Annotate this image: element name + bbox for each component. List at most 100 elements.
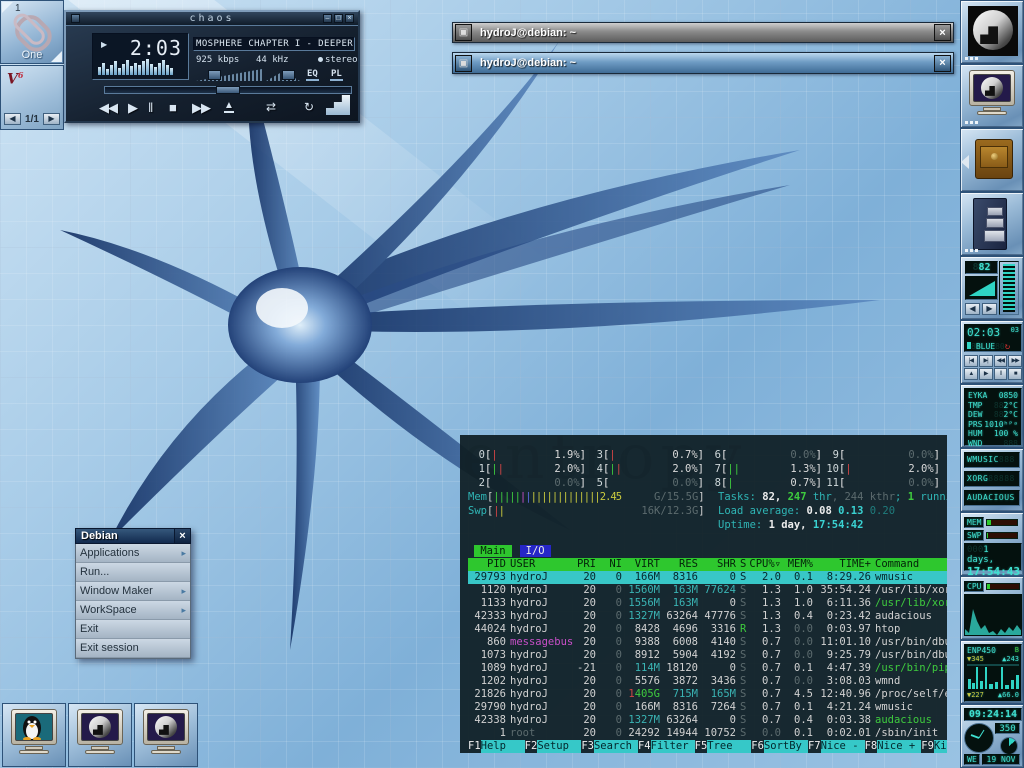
dock-network-monitor-tile[interactable]: ENP450 B ▼345 ▲243 ▼227 ▲66.0: [960, 640, 1024, 704]
wmusic-transport-button[interactable]: ◀◀: [994, 355, 1008, 367]
dock-clock-tile[interactable]: 09:24:14 350 WE 19 NOV: [960, 704, 1024, 768]
function-key-bar: F1HelpF2SetupF3SearchF4FilterF5TreeF6Sor…: [468, 740, 947, 753]
player-titlebar[interactable]: chaos – □ ×: [66, 12, 358, 26]
process-row[interactable]: 1root200242921494410752S0.00.10:02.01/sb…: [468, 727, 947, 740]
repeat-icon[interactable]: ↻: [304, 100, 313, 114]
htop-terminal-window[interactable]: 0[|1.9%] 3[|0.7%] 6[0.0%] 9[0.0%] 1[||2.…: [460, 435, 947, 753]
playlist-button[interactable]: PL: [330, 69, 343, 81]
process-row[interactable]: 1073hydroJ200891259044192S0.70.09:25.79/…: [468, 649, 947, 662]
process-row[interactable]: 29793hydroJ200166M83160S2.00.18:29.26wmu…: [468, 571, 947, 584]
dock-wmaker-tile[interactable]: [960, 0, 1024, 64]
shuffle-icon[interactable]: ⇄: [266, 100, 275, 114]
process-row[interactable]: 42333hydroJ2001327M6326447776S1.30.40:23…: [468, 610, 947, 623]
pager-right-button[interactable]: ▶: [43, 113, 60, 125]
wmusic-transport-button[interactable]: ▶▶: [1008, 355, 1022, 367]
audio-player-window[interactable]: chaos – □ × ▶ 2:03 MOSPHERE CHAPTER I - …: [64, 10, 360, 123]
process-table-header[interactable]: PIDUSERPRINIVIRTRESSHRSCPU%▿MEM%TIME+Com…: [468, 558, 947, 571]
miniwindow-gnustep-2[interactable]: [134, 703, 198, 767]
process-lcd-row: AUDACIOUS: [964, 490, 1020, 506]
desktop: entropy 1 One V6 ◀ 1/1 ▶ chaos – □: [0, 0, 1024, 768]
terminal-window-1-titlebar[interactable]: ▣ hydroJ@debian: ~ ×: [452, 22, 954, 43]
spectrum-analyzer: [98, 59, 173, 75]
equalizer-button[interactable]: EQ: [306, 69, 319, 81]
seek-bar[interactable]: [104, 86, 352, 94]
menu-close-button[interactable]: ×: [174, 529, 190, 543]
menu-item[interactable]: Window Maker ▸: [76, 582, 190, 601]
cpu-meter: 8[|0.7%]: [704, 476, 822, 490]
function-key[interactable]: F5Tree: [695, 740, 752, 753]
process-row[interactable]: 21826hydroJ2001405G715M165MS0.74.512:40.…: [468, 688, 947, 701]
process-row[interactable]: 860messagebus200938860084140S0.70.011:01…: [468, 636, 947, 649]
function-key[interactable]: F3Search: [581, 740, 638, 753]
play-button[interactable]: ▶: [128, 100, 137, 116]
player-minimize-button[interactable]: –: [323, 14, 332, 23]
seek-handle[interactable]: [216, 86, 240, 94]
clip-prev-arrow[interactable]: [2, 2, 13, 13]
balance-slider[interactable]: [266, 69, 300, 81]
miniwindow-gnustep-1[interactable]: [68, 703, 132, 767]
eject-button[interactable]: ▲: [224, 100, 234, 113]
miniwindow-terminal-tux[interactable]: [2, 703, 66, 767]
pager-dockapp[interactable]: V6 ◀ 1/1 ▶: [0, 65, 64, 130]
mixer-prev-channel-button[interactable]: ◀: [965, 303, 980, 315]
clip-workspace-switcher[interactable]: 1 One: [0, 0, 64, 64]
pager-left-button[interactable]: ◀: [4, 113, 21, 125]
menu-item[interactable]: WorkSpace ▸: [76, 601, 190, 620]
stop-button[interactable]: ■: [169, 100, 176, 115]
function-key[interactable]: F8Nice +: [865, 740, 922, 753]
debian-root-menu[interactable]: Debian × Applications ▸ Run... ▸ Window …: [75, 528, 191, 659]
window-icon[interactable]: ▣: [455, 55, 472, 72]
wmusic-transport-button[interactable]: ■: [1008, 368, 1022, 380]
menu-item[interactable]: Run... ▸: [76, 563, 190, 582]
volume-slider[interactable]: [196, 69, 262, 81]
function-key[interactable]: F4Filter: [638, 740, 695, 753]
next-button[interactable]: ▶▶: [192, 100, 210, 116]
drawer-collapse-arrow-icon[interactable]: [961, 155, 969, 169]
process-table: 29793hydroJ200166M83160S2.00.18:29.26wmu…: [468, 571, 947, 740]
wmusic-transport-button[interactable]: ▶: [979, 368, 993, 380]
wmusic-transport-button[interactable]: ‖: [994, 368, 1008, 380]
dock-weather-tile[interactable]: EYKA 0850 TMP 882°CDEW 882°CPRS 1010ʰᴾᵃH…: [960, 384, 1024, 448]
previous-button[interactable]: ◀◀: [99, 100, 117, 116]
function-key[interactable]: F7Nice -: [808, 740, 865, 753]
dock-wmusic-tile[interactable]: 02:0303 8BLUE80↻ |◀▶|◀◀▶▶▲▶‖■: [960, 320, 1024, 384]
terminal-1-close-button[interactable]: ×: [934, 24, 951, 41]
player-shade-button[interactable]: □: [334, 14, 343, 23]
dock-file-cabinet-tile[interactable]: [960, 192, 1024, 256]
terminal-2-close-button[interactable]: ×: [934, 55, 951, 72]
tab-io[interactable]: I/O: [520, 545, 551, 557]
menu-item[interactable]: Exit session ▸: [76, 639, 190, 658]
mixer-next-channel-button[interactable]: ▶: [982, 303, 997, 315]
dock-memory-monitor-tile[interactable]: MEM SWP 0001 days, 17:54:43: [960, 512, 1024, 576]
terminal-window-2-titlebar[interactable]: ▣ hydroJ@debian: ~ ×: [452, 52, 954, 74]
dock-gnustep-terminal-tile[interactable]: [960, 64, 1024, 128]
process-row[interactable]: 1089hydroJ-210114M181200S0.70.14:47.39/u…: [468, 662, 947, 675]
process-row[interactable]: 1120hydroJ2001560M163M77624S1.31.035:54.…: [468, 584, 947, 597]
dock-drawer-tile[interactable]: [960, 128, 1024, 192]
function-key[interactable]: F6SortBy: [751, 740, 808, 753]
player-menu-button[interactable]: [71, 14, 80, 23]
window-icon[interactable]: ▣: [455, 24, 472, 41]
wmusic-transport-button[interactable]: ▶|: [979, 355, 993, 367]
workspace-number: 1: [15, 3, 21, 14]
process-row[interactable]: 1133hydroJ2001556M163M0S1.31.06:11.36/us…: [468, 597, 947, 610]
wmusic-transport-button[interactable]: |◀: [964, 355, 978, 367]
process-row[interactable]: 44024hydroJ200842846963316R1.30.00:03.97…: [468, 623, 947, 636]
process-row[interactable]: 29790hydroJ200166M83167264S0.70.14:21.24…: [468, 701, 947, 714]
menu-item[interactable]: Applications ▸: [76, 544, 190, 563]
player-close-button[interactable]: ×: [345, 14, 354, 23]
menu-item[interactable]: Exit ▸: [76, 620, 190, 639]
dock-cpu-monitor-tile[interactable]: CPU: [960, 576, 1024, 640]
process-row[interactable]: 42338hydroJ2001327M632640S0.70.40:03.38a…: [468, 714, 947, 727]
process-row[interactable]: 1202hydroJ200557638723436S0.70.03:08.03w…: [468, 675, 947, 688]
pause-button[interactable]: ‖: [148, 100, 152, 115]
function-key[interactable]: F1Help: [468, 740, 525, 753]
menu-titlebar[interactable]: Debian ×: [75, 528, 191, 544]
tab-main[interactable]: Main: [474, 545, 511, 557]
dock-mixer-tile[interactable]: 882 ◀ ▶: [960, 256, 1024, 320]
function-key[interactable]: F2Setup: [525, 740, 582, 753]
dock-top-processes-tile[interactable]: WMUSIC888XORG88888AUDACIOUS: [960, 448, 1024, 512]
function-key[interactable]: F9Kill: [921, 740, 947, 753]
wmusic-transport-button[interactable]: ▲: [964, 368, 978, 380]
mem-label: MEM: [964, 517, 984, 528]
